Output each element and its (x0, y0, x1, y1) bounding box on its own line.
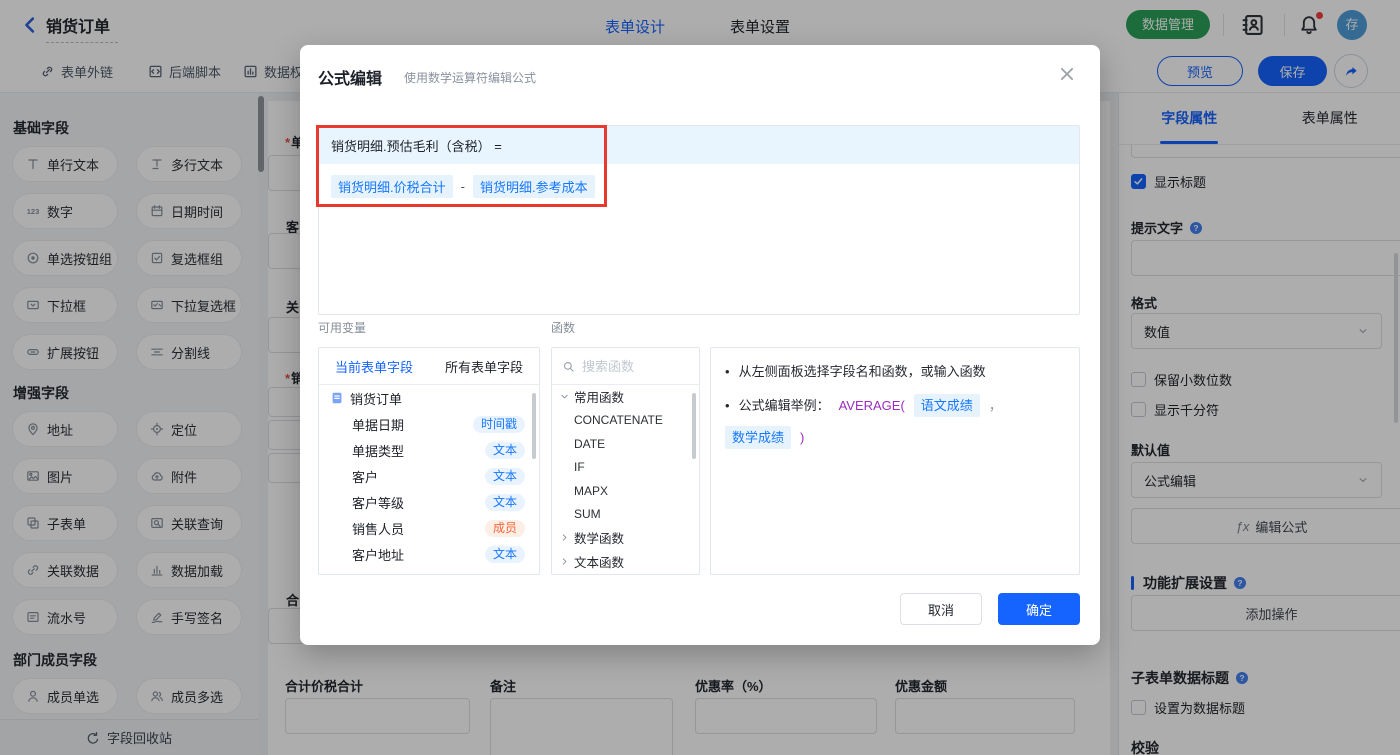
tip-line-1: • 从左侧面板选择字段名和函数，或输入函数 (725, 364, 986, 379)
function-label: CONCATENATE (574, 413, 663, 428)
function-label: SUM (574, 507, 601, 522)
formula-editor-modal: 公式编辑 使用数学运算符编辑公式 销货明细.预估毛利（含税） = 销货明细.价税… (300, 45, 1100, 645)
function-search (552, 348, 699, 385)
chevron-right-icon (559, 532, 570, 543)
tab-all-form-fields[interactable]: 所有表单字段 (445, 357, 523, 376)
variable-type-badge: 文本 (484, 467, 525, 485)
variable-row[interactable]: 客户等级 文本 (319, 489, 539, 515)
function-list: 常用函数 CONCATENATE DATE IF MAPX SUM 数学函数 文… (552, 385, 699, 573)
variable-name: 单据类型 (352, 443, 405, 459)
function-row[interactable]: 数学函数 (552, 526, 699, 550)
chevron-right-icon (559, 556, 570, 567)
close-icon[interactable] (1058, 65, 1076, 83)
variable-type-badge: 时间戳 (472, 415, 525, 433)
functions-scrollbar[interactable] (692, 393, 696, 459)
function-row[interactable]: 文本函数 (552, 550, 699, 574)
function-search-input[interactable] (582, 358, 689, 374)
formula-token-left[interactable]: 销货明细.价税合计 (331, 175, 453, 198)
function-label: IF (574, 460, 585, 475)
function-row[interactable]: SUM (552, 503, 699, 527)
function-label: 数学函数 (574, 532, 625, 547)
example-close-paren: ) (800, 430, 805, 445)
modal-title: 公式编辑 (318, 71, 383, 88)
formula-operator: - (460, 179, 465, 194)
variables-list: 单据日期 时间戳 单据类型 文本 客户 文本 客户等级 文本 销售人员 成员 客… (319, 411, 539, 574)
functions-panel-label: 函数 (551, 321, 576, 335)
variables-panel: 当前表单字段 所有表单字段 销货订单 单据日期 时间戳 单据类型 文本 客户 文… (318, 347, 540, 575)
variable-type-badge: 文本 (484, 441, 525, 459)
tip-line-2: • 公式编辑举例： AVERAGE( 语文成绩， 数学成绩) (725, 394, 1065, 449)
variables-tree-root[interactable]: 销货订单 (319, 385, 539, 411)
function-row[interactable]: 常用函数 (552, 385, 699, 409)
function-label: 常用函数 (574, 391, 625, 406)
variable-name: 客户等级 (352, 495, 405, 511)
function-label: MAPX (574, 483, 609, 498)
variable-row[interactable]: 客户 文本 (319, 463, 539, 489)
variable-name: 单据日期 (352, 417, 405, 433)
example-arg-1: 语文成绩 (913, 394, 980, 417)
function-label: 文本函数 (574, 555, 625, 570)
variable-name: 客户地址 (352, 547, 405, 563)
confirm-button[interactable]: 确定 (998, 593, 1080, 625)
function-row[interactable]: DATE (552, 432, 699, 456)
variables-panel-label: 可用变量 (318, 321, 367, 335)
variable-type-badge: 文本 (484, 545, 525, 563)
function-row[interactable]: MAPX (552, 479, 699, 503)
variable-name: 客户 (352, 469, 379, 485)
formula-expression-line: 销货明细.价税合计 - 销货明细.参考成本 (331, 175, 1079, 198)
variables-scrollbar[interactable] (532, 393, 536, 459)
function-label: DATE (574, 436, 606, 451)
function-row[interactable]: CONCATENATE (552, 409, 699, 433)
formula-token-right[interactable]: 销货明细.参考成本 (472, 175, 595, 198)
tab-current-form-fields[interactable]: 当前表单字段 (335, 357, 413, 376)
variable-type-badge: 成员 (484, 519, 525, 537)
variable-row[interactable]: 单据类型 文本 (319, 437, 539, 463)
form-designer-app: 销货订单 表单设计 表单设置 数据管理 存 表单外链 后端脚本 数据权限 预览 … (0, 0, 1400, 755)
variables-tabs: 当前表单字段 所有表单字段 (319, 348, 539, 385)
variable-name: 销售人员 (352, 521, 405, 537)
cancel-button[interactable]: 取消 (900, 593, 982, 625)
formula-editor-area[interactable]: 销货明细.预估毛利（含税） = 销货明细.价税合计 - 销货明细.参考成本 (318, 125, 1080, 315)
variable-row[interactable]: 客户地址 文本 (319, 541, 539, 567)
search-icon (562, 360, 575, 373)
formula-target-line: 销货明细.预估毛利（含税） = (319, 126, 1079, 164)
functions-panel: 常用函数 CONCATENATE DATE IF (551, 347, 700, 575)
tips-panel: • 从左侧面板选择字段名和函数，或输入函数 • 公式编辑举例： AVERAGE( … (710, 347, 1080, 575)
doc-icon (330, 391, 344, 405)
example-arg-2: 数学成绩 (725, 426, 792, 449)
chevron-right-icon (559, 391, 570, 402)
variable-type-badge: 文本 (484, 493, 525, 511)
variable-row[interactable] (319, 567, 539, 574)
variable-row[interactable]: 销售人员 成员 (319, 515, 539, 541)
tree-root-label: 销货订单 (350, 391, 403, 407)
modal-subtitle: 使用数学运算符编辑公式 (404, 71, 537, 85)
variable-row[interactable]: 单据日期 时间戳 (319, 411, 539, 437)
function-row[interactable]: IF (552, 456, 699, 480)
example-function-name: AVERAGE( (838, 398, 905, 413)
